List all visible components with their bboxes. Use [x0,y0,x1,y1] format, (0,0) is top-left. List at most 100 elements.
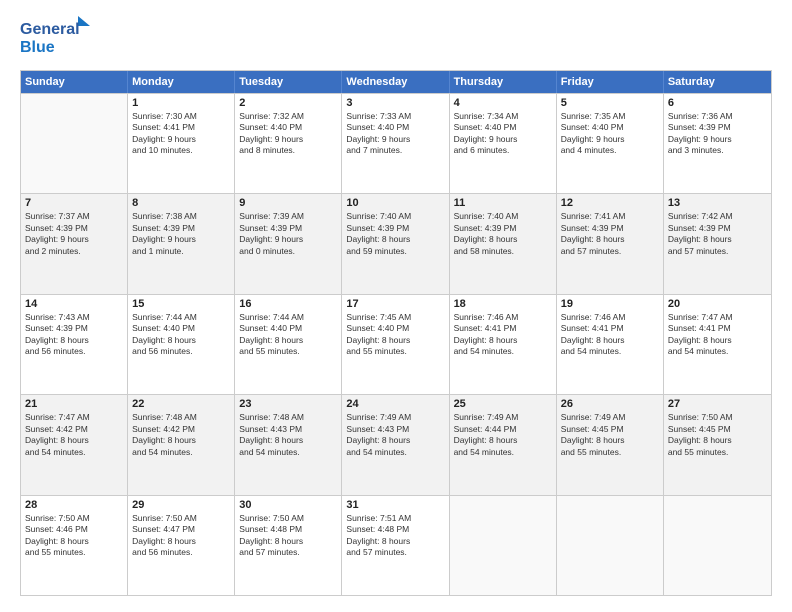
day-number-31: 31 [346,499,444,511]
day-2: 2 Sunrise: 7:32 AM Sunset: 4:40 PM Daylig… [235,94,342,193]
header-friday: Friday [557,71,664,93]
day-text-10: Sunrise: 7:40 AM Sunset: 4:39 PM Dayligh… [346,211,444,257]
day-text-11: Sunrise: 7:40 AM Sunset: 4:39 PM Dayligh… [454,211,552,257]
day-3: 3 Sunrise: 7:33 AM Sunset: 4:40 PM Daylig… [342,94,449,193]
header-tuesday: Tuesday [235,71,342,93]
day-number-24: 24 [346,398,444,410]
day-9: 9 Sunrise: 7:39 AM Sunset: 4:39 PM Daylig… [235,194,342,293]
day-18: 18Sunrise: 7:46 AM Sunset: 4:41 PM Dayli… [450,295,557,394]
day-number-5: 5 [561,97,659,109]
day-22: 22Sunrise: 7:48 AM Sunset: 4:42 PM Dayli… [128,395,235,494]
day-16: 16 Sunrise: 7:44 AM Sunset: 4:40 PM Dayli… [235,295,342,394]
calendar: SundayMondayTuesdayWednesdayThursdayFrid… [20,70,772,596]
day-24: 24 Sunrise: 7:49 AM Sunset: 4:43 PM Dayli… [342,395,449,494]
day-text-8: Sunrise: 7:38 AM Sunset: 4:39 PM Dayligh… [132,211,230,257]
day-31: 31 Sunrise: 7:51 AM Sunset: 4:48 PM Dayli… [342,496,449,595]
calendar-row-0: 1 Sunrise: 7:30 AM Sunset: 4:41 PM Daylig… [21,93,771,193]
calendar-header: SundayMondayTuesdayWednesdayThursdayFrid… [21,71,771,93]
day-number-3: 3 [346,97,444,109]
day-number-27: 27 [668,398,767,410]
day-text-2: Sunrise: 7:32 AM Sunset: 4:40 PM Dayligh… [239,111,337,157]
calendar-row-4: 28 Sunrise: 7:50 AM Sunset: 4:46 PM Dayli… [21,495,771,595]
header-sunday: Sunday [21,71,128,93]
day-28: 28 Sunrise: 7:50 AM Sunset: 4:46 PM Dayli… [21,496,128,595]
header-thursday: Thursday [450,71,557,93]
day-text-27: Sunrise: 7:50 AM Sunset: 4:45 PM Dayligh… [668,412,767,458]
day-4: 4 Sunrise: 7:34 AM Sunset: 4:40 PM Daylig… [450,94,557,193]
day-number-20: 20 [668,298,767,310]
day-number-13: 13 [668,197,767,209]
day-text-25: Sunrise: 7:49 AM Sunset: 4:44 PM Dayligh… [454,412,552,458]
day-number-10: 10 [346,197,444,209]
day-text-28: Sunrise: 7:50 AM Sunset: 4:46 PM Dayligh… [25,513,123,559]
header-saturday: Saturday [664,71,771,93]
day-text-17: Sunrise: 7:45 AM Sunset: 4:40 PM Dayligh… [346,312,444,358]
day-number-1: 1 [132,97,230,109]
day-19: 19 Sunrise: 7:46 AM Sunset: 4:41 PM Dayli… [557,295,664,394]
day-number-2: 2 [239,97,337,109]
day-text-9: Sunrise: 7:39 AM Sunset: 4:39 PM Dayligh… [239,211,337,257]
day-text-3: Sunrise: 7:33 AM Sunset: 4:40 PM Dayligh… [346,111,444,157]
day-number-18: 18 [454,298,552,310]
day-number-16: 16 [239,298,337,310]
empty-cell-4-5 [557,496,664,595]
day-29: 29 Sunrise: 7:50 AM Sunset: 4:47 PM Dayli… [128,496,235,595]
header: GeneralBlue [20,16,772,60]
header-monday: Monday [128,71,235,93]
day-text-31: Sunrise: 7:51 AM Sunset: 4:48 PM Dayligh… [346,513,444,559]
empty-cell-4-4 [450,496,557,595]
day-number-25: 25 [454,398,552,410]
day-number-28: 28 [25,499,123,511]
day-number-22: 22 [132,398,230,410]
day-text-7: Sunrise: 7:37 AM Sunset: 4:39 PM Dayligh… [25,211,123,257]
day-text-20: Sunrise: 7:47 AM Sunset: 4:41 PM Dayligh… [668,312,767,358]
day-21: 21Sunrise: 7:47 AM Sunset: 4:42 PM Dayli… [21,395,128,494]
day-text-12: Sunrise: 7:41 AM Sunset: 4:39 PM Dayligh… [561,211,659,257]
day-text-26: Sunrise: 7:49 AM Sunset: 4:45 PM Dayligh… [561,412,659,458]
day-17: 17 Sunrise: 7:45 AM Sunset: 4:40 PM Dayli… [342,295,449,394]
day-number-19: 19 [561,298,659,310]
day-number-15: 15 [132,298,230,310]
day-text-13: Sunrise: 7:42 AM Sunset: 4:39 PM Dayligh… [668,211,767,257]
empty-cell-0-0 [21,94,128,193]
day-26: 26 Sunrise: 7:49 AM Sunset: 4:45 PM Dayli… [557,395,664,494]
day-text-15: Sunrise: 7:44 AM Sunset: 4:40 PM Dayligh… [132,312,230,358]
day-number-4: 4 [454,97,552,109]
day-number-26: 26 [561,398,659,410]
day-30: 30Sunrise: 7:50 AM Sunset: 4:48 PM Dayli… [235,496,342,595]
day-5: 5 Sunrise: 7:35 AM Sunset: 4:40 PM Daylig… [557,94,664,193]
calendar-row-1: 7 Sunrise: 7:37 AM Sunset: 4:39 PM Daylig… [21,193,771,293]
page: GeneralBlue SundayMondayTuesdayWednesday… [0,0,792,612]
calendar-row-3: 21Sunrise: 7:47 AM Sunset: 4:42 PM Dayli… [21,394,771,494]
day-number-7: 7 [25,197,123,209]
day-11: 11 Sunrise: 7:40 AM Sunset: 4:39 PM Dayli… [450,194,557,293]
day-14: 14Sunrise: 7:43 AM Sunset: 4:39 PM Dayli… [21,295,128,394]
day-text-19: Sunrise: 7:46 AM Sunset: 4:41 PM Dayligh… [561,312,659,358]
day-text-4: Sunrise: 7:34 AM Sunset: 4:40 PM Dayligh… [454,111,552,157]
day-number-6: 6 [668,97,767,109]
day-number-17: 17 [346,298,444,310]
calendar-row-2: 14Sunrise: 7:43 AM Sunset: 4:39 PM Dayli… [21,294,771,394]
day-text-1: Sunrise: 7:30 AM Sunset: 4:41 PM Dayligh… [132,111,230,157]
day-20: 20 Sunrise: 7:47 AM Sunset: 4:41 PM Dayli… [664,295,771,394]
day-text-30: Sunrise: 7:50 AM Sunset: 4:48 PM Dayligh… [239,513,337,559]
day-text-14: Sunrise: 7:43 AM Sunset: 4:39 PM Dayligh… [25,312,123,358]
day-text-24: Sunrise: 7:49 AM Sunset: 4:43 PM Dayligh… [346,412,444,458]
day-number-11: 11 [454,197,552,209]
day-text-5: Sunrise: 7:35 AM Sunset: 4:40 PM Dayligh… [561,111,659,157]
day-8: 8Sunrise: 7:38 AM Sunset: 4:39 PM Daylig… [128,194,235,293]
svg-text:General: General [20,21,80,38]
day-number-9: 9 [239,197,337,209]
day-number-29: 29 [132,499,230,511]
day-number-23: 23 [239,398,337,410]
day-text-16: Sunrise: 7:44 AM Sunset: 4:40 PM Dayligh… [239,312,337,358]
day-27: 27 Sunrise: 7:50 AM Sunset: 4:45 PM Dayli… [664,395,771,494]
day-text-21: Sunrise: 7:47 AM Sunset: 4:42 PM Dayligh… [25,412,123,458]
calendar-body: 1 Sunrise: 7:30 AM Sunset: 4:41 PM Daylig… [21,93,771,595]
day-23: 23 Sunrise: 7:48 AM Sunset: 4:43 PM Dayli… [235,395,342,494]
day-text-29: Sunrise: 7:50 AM Sunset: 4:47 PM Dayligh… [132,513,230,559]
day-7: 7 Sunrise: 7:37 AM Sunset: 4:39 PM Daylig… [21,194,128,293]
day-text-23: Sunrise: 7:48 AM Sunset: 4:43 PM Dayligh… [239,412,337,458]
day-10: 10 Sunrise: 7:40 AM Sunset: 4:39 PM Dayli… [342,194,449,293]
day-number-12: 12 [561,197,659,209]
